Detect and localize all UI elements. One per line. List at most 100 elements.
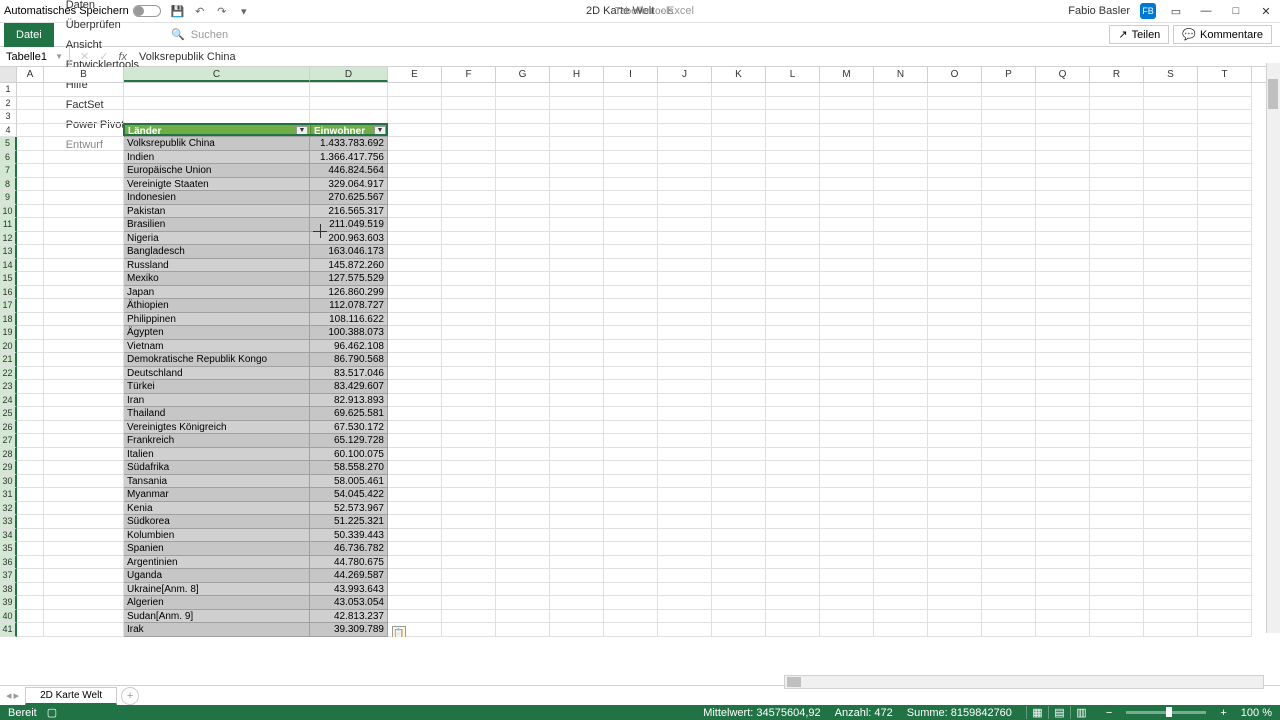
cell[interactable] [496,623,550,637]
cell[interactable] [550,502,604,516]
row-header[interactable]: 20 [0,340,17,354]
cell[interactable] [388,151,442,165]
table-cell-country[interactable]: Südafrika [124,461,310,475]
cell[interactable] [982,421,1036,435]
cell[interactable] [442,164,496,178]
table-cell-population[interactable]: 270.625.567 [310,191,388,205]
cell[interactable] [712,326,766,340]
cell[interactable] [604,151,658,165]
cell[interactable] [982,583,1036,597]
row-header[interactable]: 38 [0,583,17,597]
cell[interactable] [928,556,982,570]
cell[interactable] [550,164,604,178]
cell[interactable] [928,286,982,300]
cell[interactable] [1036,556,1090,570]
cell[interactable] [442,340,496,354]
cell[interactable] [928,488,982,502]
cell[interactable] [712,299,766,313]
zoom-level[interactable]: 100 % [1241,707,1272,719]
table-cell-country[interactable]: Ukraine[Anm. 8] [124,583,310,597]
cell[interactable] [44,434,124,448]
undo-icon[interactable]: ↶ [193,4,207,18]
cell[interactable] [388,137,442,151]
cell[interactable] [712,434,766,448]
cell[interactable] [550,272,604,286]
cell[interactable] [928,272,982,286]
cell[interactable] [874,299,928,313]
row-header[interactable]: 40 [0,610,17,624]
cell[interactable] [1144,178,1198,192]
cell[interactable] [604,286,658,300]
table-cell-population[interactable]: 44.780.675 [310,556,388,570]
cell[interactable] [550,299,604,313]
cell[interactable] [604,110,658,124]
cell[interactable] [820,610,874,624]
cell[interactable] [766,623,820,637]
cell[interactable] [44,461,124,475]
cell[interactable] [17,461,44,475]
table-cell-country[interactable]: Iran [124,394,310,408]
cell[interactable] [928,353,982,367]
cell[interactable] [44,407,124,421]
cell[interactable] [928,340,982,354]
file-tab[interactable]: Datei [4,23,54,47]
cell[interactable] [658,245,712,259]
cell[interactable] [1090,461,1144,475]
table-cell-country[interactable]: Demokratische Republik Kongo [124,353,310,367]
cell[interactable] [1036,529,1090,543]
cell[interactable] [874,475,928,489]
cell[interactable] [604,488,658,502]
cell[interactable] [928,326,982,340]
cell[interactable] [712,313,766,327]
table-cell-population[interactable]: 1.433.783.692 [310,137,388,151]
cell[interactable] [1198,556,1252,570]
cell[interactable] [550,259,604,273]
cell[interactable] [604,448,658,462]
cell[interactable] [604,313,658,327]
cell[interactable] [766,596,820,610]
cell[interactable] [388,610,442,624]
cell[interactable] [712,83,766,97]
cell[interactable] [982,569,1036,583]
cell[interactable] [766,326,820,340]
cell[interactable] [1036,299,1090,313]
cell[interactable] [388,569,442,583]
cell[interactable] [1198,353,1252,367]
cell[interactable] [17,380,44,394]
scroll-thumb[interactable] [1268,79,1278,109]
cell[interactable] [766,502,820,516]
cell[interactable] [44,110,124,124]
cell[interactable] [1036,137,1090,151]
column-header[interactable]: G [496,67,550,82]
column-header[interactable]: R [1090,67,1144,82]
table-cell-population[interactable]: 145.872.260 [310,259,388,273]
cell[interactable] [766,569,820,583]
cell[interactable] [17,623,44,637]
cell[interactable] [388,83,442,97]
cell[interactable] [17,232,44,246]
cell[interactable] [982,596,1036,610]
macro-record-icon[interactable]: ▢ [47,706,57,719]
cell[interactable] [928,245,982,259]
cell[interactable] [1036,448,1090,462]
cell[interactable] [820,529,874,543]
cell[interactable] [874,434,928,448]
cell[interactable] [712,178,766,192]
cell[interactable] [442,569,496,583]
share-button[interactable]: ↗Teilen [1109,25,1169,44]
cell[interactable] [496,326,550,340]
cell[interactable] [766,313,820,327]
cell[interactable] [928,232,982,246]
close-icon[interactable]: ✕ [1256,4,1276,18]
cell[interactable] [766,191,820,205]
table-cell-country[interactable]: Nigeria [124,232,310,246]
table-cell-country[interactable]: Kenia [124,502,310,516]
column-header[interactable]: T [1198,67,1252,82]
cell[interactable] [1144,448,1198,462]
table-cell-population[interactable]: 126.860.299 [310,286,388,300]
cell[interactable] [44,272,124,286]
tell-me-search[interactable]: 🔍 Suchen [171,28,228,41]
cell[interactable] [982,461,1036,475]
cell[interactable] [658,83,712,97]
cell[interactable] [928,569,982,583]
